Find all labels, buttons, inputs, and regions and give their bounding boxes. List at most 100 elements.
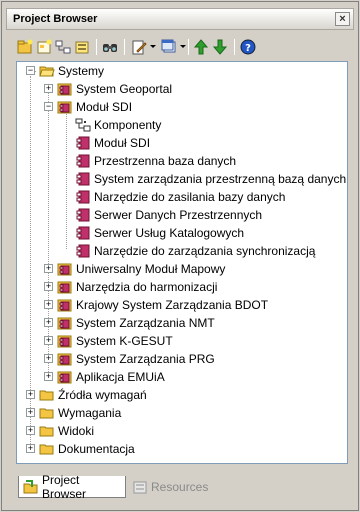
tree-label: Uniwersalny Moduł Mapowy	[76, 262, 226, 276]
bottom-tabs: Project Browser Resources	[16, 473, 348, 501]
component-icon	[76, 190, 90, 204]
new-model-icon	[75, 41, 89, 54]
tree-item-komponenty[interactable]: Komponenty	[17, 116, 161, 134]
tree-item-component[interactable]: Serwer Usług Katalogowych	[17, 224, 244, 242]
svg-text:?: ?	[245, 43, 251, 54]
tree-item-zrodla-wymagan[interactable]: + Źródła wymagań	[17, 386, 147, 404]
tree-label: System Geoportal	[76, 82, 173, 96]
tree-item-component[interactable]: Moduł SDI	[17, 134, 150, 152]
move-down-icon	[212, 39, 228, 55]
find-icon	[103, 44, 117, 52]
tree-label: System Zarządzania PRG	[76, 352, 215, 366]
tree-item-system-geoportal[interactable]: + System Geoportal	[17, 80, 172, 98]
tree-label: Komponenty	[94, 118, 162, 132]
find-button[interactable]	[101, 38, 119, 56]
expand-toggle[interactable]: +	[44, 336, 53, 345]
tree-label: Źródła wymagań	[58, 388, 147, 402]
component-icon	[76, 244, 90, 258]
tree-item-modul-sdi[interactable]: − Moduł SDI	[17, 98, 132, 116]
tree-label: Aplikacja EMUiA	[76, 370, 165, 384]
new-element-button[interactable]	[54, 38, 72, 56]
tab-resources[interactable]: Resources	[128, 476, 228, 498]
package-component-icon	[57, 353, 72, 366]
project-browser-icon	[23, 479, 38, 493]
package-component-icon	[57, 299, 72, 312]
project-tree[interactable]: − Systemy + System Geoportal − Moduł SDI…	[16, 61, 348, 464]
expand-toggle[interactable]: +	[44, 318, 53, 327]
package-component-icon	[57, 281, 72, 294]
expand-toggle[interactable]: +	[26, 408, 35, 417]
tree-label: Systemy	[58, 64, 105, 78]
tree-item-systemy[interactable]: − Systemy	[17, 62, 104, 80]
project-browser-panel: Project Browser × ? − Systemy + System G…	[1, 1, 359, 511]
package-component-icon	[57, 101, 72, 114]
tree-label: Narzędzia do harmonizacji	[76, 280, 218, 294]
move-up-button[interactable]	[192, 38, 210, 56]
tree-label: Narzędzie do zasilania bazy danych	[94, 190, 286, 204]
tree-label: Serwer Usług Katalogowych	[94, 226, 245, 240]
move-up-icon	[193, 39, 209, 55]
tree-item-component[interactable]: Narzędzie do zarządzania synchronizacją	[17, 242, 315, 260]
expand-toggle[interactable]: +	[44, 282, 53, 291]
package-component-icon	[57, 371, 72, 384]
resources-icon	[133, 481, 147, 494]
expand-toggle[interactable]: +	[44, 372, 53, 381]
tree-item-dokumentacja[interactable]: + Dokumentacja	[17, 440, 135, 458]
tree-item-narzedzia-harmonizacji[interactable]: + Narzędzia do harmonizacji	[17, 278, 217, 296]
tree-label: Serwer Danych Przestrzennych	[94, 208, 263, 222]
title-bar: Project Browser ×	[6, 8, 354, 30]
folder-icon	[39, 444, 54, 455]
package-component-icon	[57, 317, 72, 330]
tree-item-component[interactable]: System zarządzania przestrzenną bazą dan…	[17, 170, 346, 188]
tree-item-component[interactable]: Narzędzie do zasilania bazy danych	[17, 188, 285, 206]
tree-label: Krajowy System Zarządzania BDOT	[76, 298, 269, 312]
help-icon: ?	[240, 39, 256, 55]
tree-item-nmt[interactable]: + System Zarządzania NMT	[17, 314, 215, 332]
new-element-icon	[55, 40, 71, 54]
tree-item-krajowy[interactable]: + Krajowy System Zarządzania BDOT	[17, 296, 268, 314]
folder-open-icon	[39, 66, 55, 77]
tree-item-component[interactable]: Przestrzenna baza danych	[17, 152, 236, 170]
package-component-icon	[57, 83, 72, 96]
tree-item-component[interactable]: Serwer Danych Przestrzennych	[17, 206, 262, 224]
expand-toggle[interactable]: +	[26, 426, 35, 435]
expand-toggle[interactable]: +	[44, 84, 53, 93]
component-icon	[76, 154, 90, 168]
tree-label: Narzędzie do zarządzania synchronizacją	[94, 244, 316, 258]
tree-label: Widoki	[58, 424, 95, 438]
tree-label: Moduł SDI	[76, 100, 133, 114]
expand-toggle[interactable]: +	[44, 354, 53, 363]
help-button[interactable]: ?	[239, 38, 257, 56]
expand-toggle[interactable]: +	[44, 264, 53, 273]
view-icon	[161, 39, 176, 53]
edit-button[interactable]	[130, 38, 148, 56]
tree-item-widoki[interactable]: + Widoki	[17, 422, 94, 440]
component-icon	[76, 226, 90, 240]
tab-project-browser[interactable]: Project Browser	[18, 473, 126, 501]
tree-item-kgesut[interactable]: + System K-GESUT	[17, 332, 173, 350]
new-diagram-icon	[37, 39, 52, 54]
new-package-button[interactable]	[16, 38, 34, 56]
tree-item-wymagania[interactable]: + Wymagania	[17, 404, 121, 422]
new-model-button[interactable]	[73, 38, 91, 56]
new-diagram-button[interactable]	[35, 38, 53, 56]
tree-label: System zarządzania przestrzenną bazą dan…	[94, 172, 347, 186]
collapse-toggle[interactable]: −	[44, 102, 53, 111]
close-button[interactable]: ×	[335, 12, 350, 26]
expand-toggle[interactable]: +	[44, 300, 53, 309]
tree-label: System Zarządzania NMT	[76, 316, 215, 330]
component-diagram-icon	[75, 118, 91, 132]
edit-icon	[132, 40, 147, 55]
tree-item-uniwersalny[interactable]: + Uniwersalny Moduł Mapowy	[17, 260, 225, 278]
expand-toggle[interactable]: +	[26, 390, 35, 399]
tree-label: Przestrzenna baza danych	[94, 154, 237, 168]
collapse-toggle[interactable]: −	[26, 66, 35, 75]
move-down-button[interactable]	[211, 38, 229, 56]
expand-toggle[interactable]: +	[26, 444, 35, 453]
tree-item-prg[interactable]: + System Zarządzania PRG	[17, 350, 215, 368]
view-button[interactable]	[160, 38, 178, 56]
folder-icon	[39, 408, 54, 419]
window-title: Project Browser	[13, 13, 98, 25]
tree-item-emuia[interactable]: + Aplikacja EMUiA	[17, 368, 165, 386]
package-component-icon	[57, 263, 72, 276]
